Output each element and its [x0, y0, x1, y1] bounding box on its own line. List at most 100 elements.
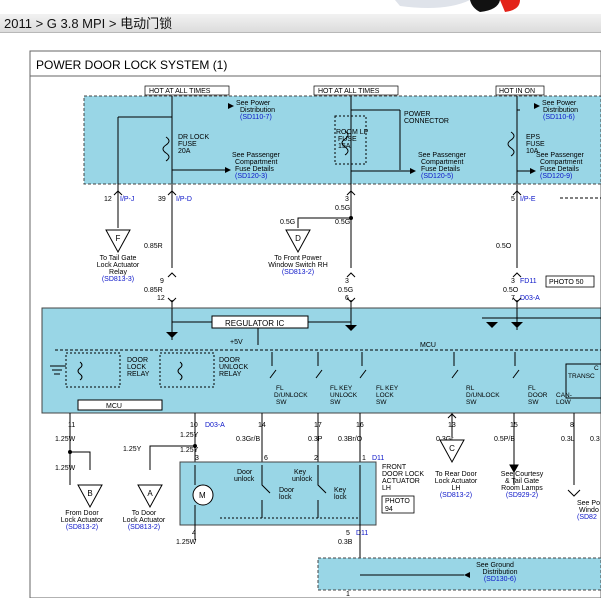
offpage-f-b: Lock Actuator [97, 262, 140, 269]
ref-pc3-c: Fuse Details [540, 166, 579, 173]
sw3-b: LOCK [376, 392, 394, 399]
wire-05g-b: 0.5G [335, 219, 350, 226]
conn-ipe: I/P-E [520, 196, 536, 203]
wire-085r-a: 0.85R [144, 243, 163, 250]
apin-2: 2 [314, 455, 318, 462]
wiring-diagram: POWER DOOR LOCK SYSTEM (1) HOT AT ALL TI… [29, 50, 601, 598]
ref-pd2-a: See Power [542, 100, 577, 107]
hot-label-1: HOT AT ALL TIMES [149, 88, 211, 95]
sw2-a: FL KEY [330, 385, 353, 392]
offpage-b-a: From Door [65, 510, 99, 517]
hot-label-3: HOT IN ON [499, 88, 535, 95]
offpage-b-letter: B [87, 489, 92, 498]
room-fuse-c: 15A [338, 143, 351, 150]
wire-085r-b: 0.85R [144, 287, 163, 294]
offpage-c-c: LH [452, 485, 461, 492]
dr-fuse-a: DR LOCK [178, 134, 209, 141]
pin-12: 12 [104, 196, 112, 203]
act-t1: FRONT [382, 464, 407, 471]
lw-125w-b: 1.25W [55, 465, 76, 472]
room-fuse-a: ROOM LP [336, 129, 369, 136]
conn-d03a: D03-A [520, 295, 540, 302]
offpage-a-a: To Door [132, 510, 157, 517]
ref-pc3-b: Compartment [540, 159, 582, 166]
sw2-c: SW [330, 399, 341, 406]
act-t3: ACTUATOR [382, 478, 420, 485]
power-connector-b: CONNECTOR [404, 118, 449, 125]
offpage-c-a: To Rear Door [435, 471, 477, 478]
offpage-d-b: Window Switch RH [268, 262, 328, 269]
offpage-f-c: Relay [109, 269, 127, 276]
ref-pd2-b: Distribution [543, 107, 578, 114]
offpage-f-a: To Tail Gate [100, 255, 137, 262]
pin-3b: 3 [345, 278, 349, 285]
sw2-b: UNLOCK [330, 392, 358, 399]
pin-3: 3 [345, 196, 349, 203]
door-lock-relay-c: RELAY [127, 371, 150, 378]
door-unlock-relay-b: UNLOCK [219, 364, 249, 371]
brand-logo-fragment [395, 0, 520, 12]
act-kl2: lock [334, 494, 347, 501]
dr-fuse-b: FUSE [178, 141, 197, 148]
lw-03bro: 0.3Br/O [338, 436, 363, 443]
wire-05g-d: 0.5G [338, 287, 353, 294]
trans-a: C [594, 365, 599, 372]
pin-5: 5 [511, 196, 515, 203]
apin-3: 3 [195, 455, 199, 462]
door-unlock-relay-a: DOOR [219, 357, 240, 364]
aconn-d11b: D11 [356, 530, 368, 537]
sw4-a: RL [466, 385, 475, 392]
sw3-c: SW [376, 399, 387, 406]
plus5v: +5V [230, 339, 243, 346]
sw4-b: D/UNLOCK [466, 392, 500, 399]
door-unlock-relay-c: RELAY [219, 371, 242, 378]
sw3-a: FL KEY [376, 385, 399, 392]
diagram-title: POWER DOOR LOCK SYSTEM (1) [36, 58, 227, 72]
sw5-c: SW [528, 399, 539, 406]
sw4-c: SW [466, 399, 477, 406]
offpage-a-letter: A [147, 489, 153, 498]
door-lock-relay-b: LOCK [127, 364, 146, 371]
offpage-d-letter: D [295, 234, 301, 243]
act-ku2: unlock [292, 476, 313, 483]
act-dl1: Door [279, 487, 295, 494]
breadcrumb: 2011 > G 3.8 MPI > 电动门锁 [0, 14, 601, 33]
ref-pc1-b: Compartment [235, 159, 277, 166]
act-ku1: Key [294, 469, 307, 476]
lw-125y-c: 1.25Y [180, 447, 199, 454]
ground-b: Distribution [482, 569, 517, 576]
offpage-b-c: (SD813-2) [66, 524, 98, 531]
eps-fuse-a: EPS [526, 134, 540, 141]
apin-1b: 1 [346, 591, 350, 598]
offpage-a-b: Lock Actuator [123, 517, 166, 524]
act-t2: DOOR LOCK [382, 471, 424, 478]
lw-125w-c: 1.25W [176, 539, 197, 546]
ref-pc2-b: Compartment [421, 159, 463, 166]
lconn-d03a: D03-A [205, 422, 225, 429]
ref-pc1-c: Fuse Details [235, 166, 274, 173]
wire-05o-a: 0.5O [496, 243, 512, 250]
breadcrumb-text: 2011 > G 3.8 MPI > 电动门锁 [4, 16, 173, 31]
sw1-b: D/UNLOCK [274, 392, 308, 399]
offpage-g-b: Windo [579, 507, 599, 514]
trans-b: TRANSC [568, 373, 595, 380]
ref-pc2-a: See Passenger [418, 152, 467, 159]
conn-fd11: FD11 [520, 278, 537, 285]
wire-05o-b: 0.5O [503, 287, 519, 294]
offpage-c-letter: C [449, 444, 455, 453]
ground-distribution [317, 557, 601, 591]
pin-12b: 12 [157, 295, 165, 302]
offpage-g-a: See Po [577, 500, 600, 507]
regulator-ic: REGULATOR IC [225, 319, 284, 328]
photo-50: PHOTO 50 [549, 279, 584, 286]
lw-03p: 0.3P [308, 436, 323, 443]
conn-ipj: I/P-J [120, 196, 134, 203]
apin-1: 1 [362, 455, 366, 462]
wire-05g-a: 0.5G [335, 205, 350, 212]
lw-03b: 0.3B [338, 539, 353, 546]
ref-pc1-d: (SD120-3) [235, 173, 267, 180]
can-b: LOW [556, 399, 572, 406]
ground-a: See Ground [476, 562, 514, 569]
ref-pd1-a: See Power [236, 100, 271, 107]
wire-05g-c: 0.5G [280, 219, 295, 226]
